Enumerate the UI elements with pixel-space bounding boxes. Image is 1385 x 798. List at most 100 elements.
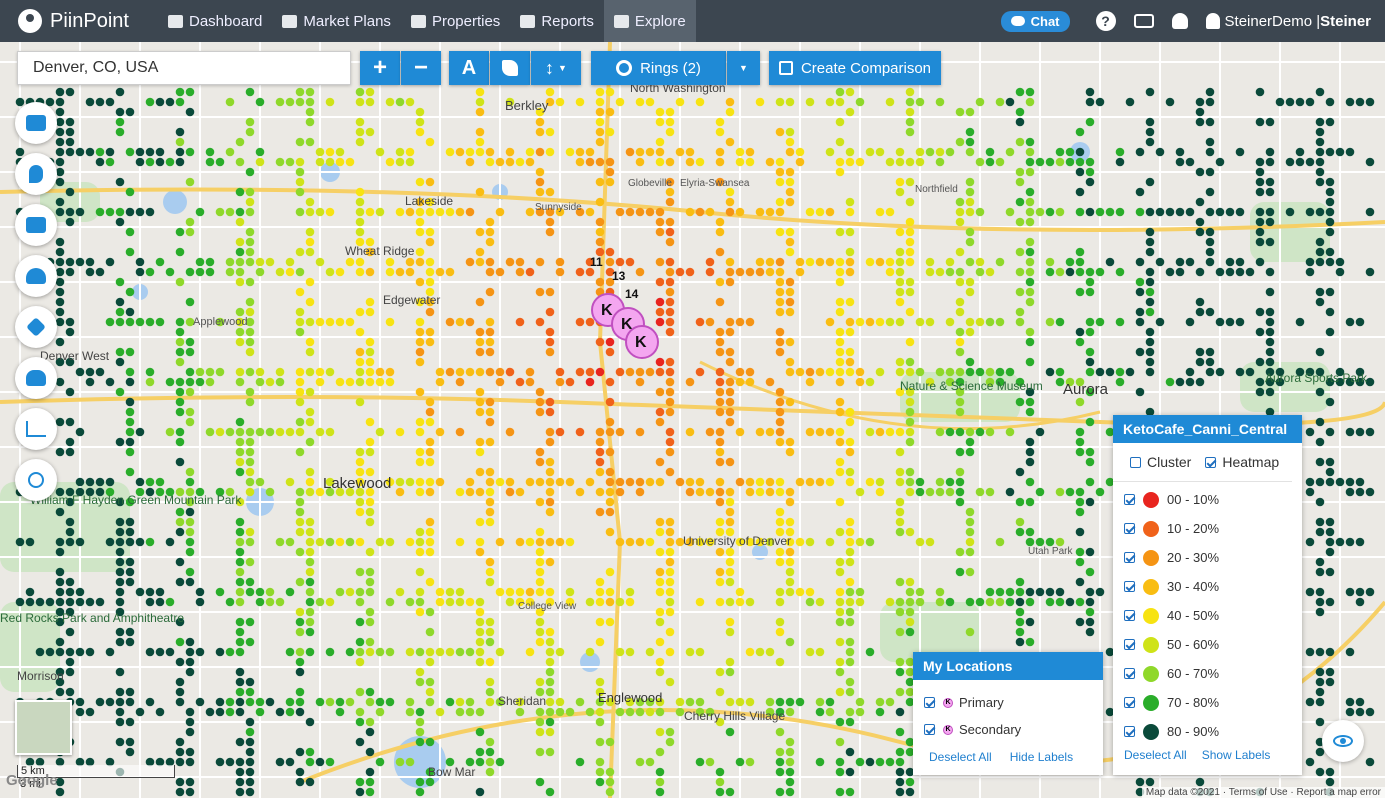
main-nav: Dashboard Market Plans Properties Report…: [158, 0, 696, 42]
top-navigation-bar: PiinPoint Dashboard Market Plans Propert…: [0, 0, 1385, 42]
nav-dashboard[interactable]: Dashboard: [158, 0, 272, 42]
brand[interactable]: PiinPoint: [18, 9, 158, 33]
user-menu[interactable]: SteinerDemo |Steiner: [1225, 13, 1371, 30]
heatmap-range-row[interactable]: 50 - 60%: [1113, 630, 1302, 659]
heatmap-show-labels-link[interactable]: Show Labels: [1202, 748, 1271, 762]
folder-tool-button[interactable]: [15, 102, 57, 144]
zoom-in-button[interactable]: +: [360, 51, 400, 85]
range-checkbox[interactable]: [1124, 581, 1135, 592]
locations-deselect-all-link[interactable]: Deselect All: [929, 750, 992, 764]
range-color-swatch: [1143, 491, 1159, 508]
create-comparison-button[interactable]: Create Comparison: [769, 51, 941, 85]
nav-market-plans[interactable]: Market Plans: [272, 0, 401, 42]
rings-button[interactable]: Rings (2): [591, 51, 726, 85]
heatmap-range-row[interactable]: 20 - 30%: [1113, 543, 1302, 572]
range-color-swatch: [1143, 694, 1159, 711]
map-label-utah-park: Utah Park: [1028, 546, 1073, 557]
bar-chart-icon: [520, 14, 536, 28]
eye-icon: [1333, 735, 1353, 747]
visibility-toggle-button[interactable]: [1322, 720, 1364, 762]
range-checkbox[interactable]: [1124, 668, 1135, 679]
people-icon: [26, 268, 46, 284]
my-locations-footer: Deselect All Hide Labels: [913, 750, 1103, 764]
map-label-lakeside: Lakeside: [405, 194, 453, 208]
heatmap-mode-row: Cluster Heatmap: [1113, 443, 1292, 482]
minus-icon: −: [413, 54, 428, 81]
analytics-tool-button[interactable]: [15, 408, 57, 450]
secondary-checkbox[interactable]: [924, 724, 935, 735]
nav-reports[interactable]: Reports: [510, 0, 604, 42]
heatmap-panel-title: KetoCafe_Canni_Central: [1113, 415, 1302, 443]
height-dropdown-button[interactable]: ↕ ▼: [531, 51, 581, 85]
map-label-berkley: Berkley: [505, 98, 549, 113]
range-checkbox[interactable]: [1124, 552, 1135, 563]
heatmap-range-row[interactable]: 40 - 50%: [1113, 601, 1302, 630]
chat-bubble-icon: [1010, 16, 1025, 26]
map-type-thumbnail[interactable]: [15, 700, 72, 755]
marker-k-label: K: [635, 334, 647, 351]
chevron-down-icon: ▼: [739, 63, 748, 73]
heatmap-range-row[interactable]: 30 - 40%: [1113, 572, 1302, 601]
heatmap-checkbox[interactable]: [1205, 456, 1217, 468]
range-checkbox[interactable]: [1124, 494, 1135, 505]
heatmap-range-row[interactable]: 70 - 80%: [1113, 688, 1302, 717]
location-row-secondary[interactable]: K Secondary: [913, 716, 1103, 743]
map-pin-icon: [29, 165, 43, 183]
range-checkbox[interactable]: [1124, 697, 1135, 708]
demographics-tool-button[interactable]: [15, 255, 57, 297]
k-marker-icon: K: [943, 724, 953, 735]
location-marker-3[interactable]: K: [625, 325, 659, 359]
traffic-tool-button[interactable]: [15, 357, 57, 399]
range-checkbox[interactable]: [1124, 523, 1135, 534]
heatmap-range-row[interactable]: 60 - 70%: [1113, 659, 1302, 688]
report-error-link[interactable]: Report a map error: [1297, 787, 1381, 798]
pin-tool-button[interactable]: [15, 153, 57, 195]
chat-button[interactable]: Chat: [1000, 10, 1070, 32]
cluster-count-14: 14: [625, 287, 639, 301]
chevron-down-icon: ▼: [558, 63, 567, 73]
user-icon[interactable]: [1205, 13, 1220, 29]
map-label-englewood: Englewood: [598, 690, 662, 705]
primary-checkbox[interactable]: [924, 697, 935, 708]
map-label-lakewood: Lakewood: [323, 475, 391, 492]
notification-bell-icon[interactable]: [1171, 13, 1188, 29]
zoom-out-button[interactable]: −: [401, 51, 441, 85]
range-checkbox[interactable]: [1124, 639, 1135, 650]
cluster-checkbox[interactable]: [1130, 456, 1141, 468]
heatmap-deselect-all-link[interactable]: Deselect All: [1124, 748, 1187, 762]
map-label-northfield: Northfield: [915, 184, 958, 195]
rings-dropdown-button[interactable]: ▼: [727, 51, 760, 85]
nav-right-tools: Chat ? SteinerDemo |Steiner: [1000, 0, 1385, 42]
nav-explore[interactable]: Explore: [603, 0, 696, 42]
range-checkbox[interactable]: [1124, 726, 1135, 737]
map-label-denver-west: Denver West: [40, 349, 110, 363]
piinpoint-logo-icon: [18, 9, 42, 33]
range-color-swatch: [1143, 549, 1159, 566]
nav-properties[interactable]: Properties: [401, 0, 510, 42]
my-locations-title: My Locations: [913, 652, 1103, 680]
locations-hide-labels-link[interactable]: Hide Labels: [1010, 750, 1073, 764]
dashboard-icon: [168, 14, 183, 28]
range-label: 50 - 60%: [1167, 637, 1220, 652]
heatmap-range-row[interactable]: 80 - 90%: [1113, 717, 1302, 746]
print-icon[interactable]: [1133, 14, 1154, 28]
help-icon[interactable]: ?: [1095, 11, 1116, 31]
map-label-sunnyside: Sunnyside: [535, 202, 582, 213]
location-search-input[interactable]: Denver, CO, USA: [17, 51, 351, 85]
tag-icon: [502, 60, 518, 76]
map-label-sheridan: Sheridan: [498, 694, 546, 708]
tag-button[interactable]: [490, 51, 530, 85]
network-tool-button[interactable]: [15, 459, 57, 501]
heatmap-range-row[interactable]: 00 - 10%: [1113, 485, 1302, 514]
text-label-button[interactable]: A: [449, 51, 489, 85]
location-row-primary[interactable]: K Primary: [913, 689, 1103, 716]
range-label: 30 - 40%: [1167, 579, 1220, 594]
map-label-nature-science-museum: Nature & Science Museum: [900, 379, 1043, 393]
map-label-university: University of Denver: [683, 534, 791, 548]
layers-tool-button[interactable]: [15, 306, 57, 348]
range-checkbox[interactable]: [1124, 610, 1135, 621]
car-icon: [26, 370, 46, 386]
terms-link[interactable]: Terms of Use: [1229, 787, 1288, 798]
store-tool-button[interactable]: [15, 204, 57, 246]
heatmap-range-row[interactable]: 10 - 20%: [1113, 514, 1302, 543]
